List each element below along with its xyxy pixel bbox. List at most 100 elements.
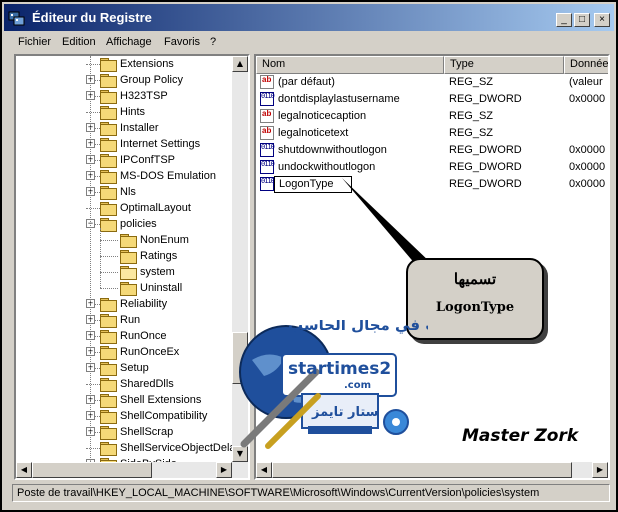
folder-icon (120, 266, 137, 280)
tree-item[interactable]: ShellServiceObjectDelay (16, 440, 241, 456)
dword-icon: 0110 (260, 177, 275, 191)
value-type: REG_SZ (449, 110, 494, 122)
tree-item-label: Extensions (120, 58, 174, 70)
rename-input[interactable]: LogonType (274, 176, 352, 193)
tree-item-label: system (140, 266, 175, 278)
tree-item[interactable]: + RunOnce (16, 328, 232, 344)
author-signature: Master Zork (462, 426, 579, 446)
tree-item[interactable]: Ratings (16, 248, 232, 264)
value-type: REG_SZ (449, 127, 494, 139)
value-row[interactable]: 0110 LogonType REG_DWORD 0x0000 (256, 176, 608, 193)
tree-item[interactable]: Hints (16, 104, 232, 120)
maximize-button[interactable]: □ (574, 13, 590, 27)
tree-item-label: Hints (120, 106, 146, 118)
tree-item-label: RunOnceEx (120, 346, 180, 358)
value-name: (par défaut) (278, 76, 335, 88)
column-header-data[interactable]: Donnée (564, 56, 608, 74)
registry-icon (8, 11, 25, 26)
tree-item[interactable]: + RunOnceEx (16, 344, 232, 360)
tree-horizontal-scrollbar[interactable]: ◀ ▶ (16, 462, 248, 478)
value-row[interactable]: ab legalnoticecaption REG_SZ (256, 108, 608, 125)
scroll-thumb-horizontal[interactable] (32, 462, 152, 478)
tree-connector (86, 208, 100, 209)
folder-icon (100, 330, 117, 344)
value-data: (valeur (569, 76, 603, 88)
tree-item[interactable]: NonEnum (16, 232, 232, 248)
menu-help[interactable]: ? (210, 36, 216, 48)
folder-icon (100, 426, 117, 440)
tree-item[interactable]: + Nls (16, 184, 232, 200)
menu-affichage[interactable]: Affichage (106, 36, 152, 48)
tree-connector (100, 256, 118, 257)
tree-item-label: NonEnum (140, 234, 189, 246)
tree-item[interactable]: SharedDlls (16, 376, 232, 392)
tree-item[interactable]: + Setup (16, 360, 232, 376)
tree-item[interactable]: + Group Policy (16, 72, 232, 88)
tree-item-label: Ratings (140, 250, 178, 262)
menu-edition[interactable]: Edition (62, 36, 96, 48)
column-header-type[interactable]: Type (444, 56, 564, 74)
value-row[interactable]: 0110 undockwithoutlogon REG_DWORD 0x0000 (256, 159, 608, 176)
values-horizontal-scrollbar[interactable]: ◀ ▶ (256, 462, 608, 478)
tree-connector (100, 240, 118, 241)
scroll-left-button[interactable]: ◀ (16, 462, 32, 478)
value-name: shutdownwithoutlogon (278, 144, 387, 156)
value-name: undockwithoutlogon (278, 161, 376, 173)
ab-icon: ab (260, 126, 274, 140)
scroll-left-button[interactable]: ◀ (256, 462, 272, 478)
tree-item[interactable]: + IPConfTSP (16, 152, 232, 168)
folder-icon (100, 298, 117, 312)
tree-item[interactable]: Extensions (16, 56, 232, 72)
tree-item[interactable]: + Shell Extensions (16, 392, 232, 408)
folder-icon (100, 394, 117, 408)
value-row[interactable]: 0110 dontdisplaylastusername REG_DWORD 0x00… (256, 91, 608, 108)
value-row[interactable]: ab (par défaut) REG_SZ (valeur (256, 74, 608, 91)
tree-item-label: Nls (120, 186, 136, 198)
menu-favoris[interactable]: Favoris (164, 36, 200, 48)
callout-english-text: LogonType (435, 300, 515, 315)
tree-item[interactable]: + H323TSP (16, 88, 232, 104)
scroll-thumb-horizontal[interactable] (272, 462, 572, 478)
folder-icon (100, 74, 117, 88)
value-row[interactable]: ab legalnoticetext REG_SZ (256, 125, 608, 142)
ab-icon: ab (260, 75, 274, 89)
tree-item[interactable]: OptimalLayout (16, 200, 232, 216)
tree-item[interactable]: + Run (16, 312, 232, 328)
value-row[interactable]: 0110 shutdownwithoutlogon REG_DWORD 0x0000 (256, 142, 608, 159)
tree-item[interactable]: + ShellCompatibility (16, 408, 232, 424)
tree-item[interactable]: + Reliability (16, 296, 232, 312)
menu-bar: Fichier Edition Affichage Favoris ? (4, 32, 614, 52)
logo-brand: startimes2 (288, 359, 391, 379)
scroll-up-button[interactable]: ▲ (232, 56, 248, 72)
title-bar[interactable]: Éditeur du Registre _ □ × (4, 4, 614, 31)
forum-logo: تبادل الخبرات في مجال الحاسب startimes2 … (239, 320, 428, 449)
tree-item[interactable]: Uninstall (16, 280, 232, 296)
tree-item[interactable]: − policies (16, 216, 232, 232)
tree-item-label: RunOnce (120, 330, 167, 342)
scroll-right-button[interactable]: ▶ (216, 462, 232, 478)
folder-icon (100, 442, 117, 456)
menu-fichier[interactable]: Fichier (18, 36, 51, 48)
tree-item[interactable]: system (16, 264, 232, 280)
folder-icon (100, 58, 117, 72)
tree-connector (86, 448, 100, 449)
close-button[interactable]: × (594, 13, 610, 27)
tree-item[interactable]: + Internet Settings (16, 136, 232, 152)
minimize-button[interactable]: _ (556, 13, 572, 27)
value-data: 0x0000 (569, 178, 606, 190)
tree-item[interactable]: + ShellScrap (16, 424, 232, 440)
tree-item[interactable]: + Installer (16, 120, 232, 136)
scroll-right-button[interactable]: ▶ (592, 462, 608, 478)
value-type: REG_DWORD (449, 161, 522, 173)
folder-icon (100, 138, 117, 152)
logo-domain: .com (344, 380, 371, 391)
tree-item-label: policies (120, 218, 157, 230)
logo-arabic-brand: ستار تايمز (311, 405, 378, 420)
folder-icon (100, 378, 117, 392)
dword-icon: 0110 (260, 143, 275, 157)
folder-icon (120, 234, 137, 248)
value-data: 0x0000 (569, 93, 606, 105)
tree-item[interactable]: + MS-DOS Emulation (16, 168, 232, 184)
column-header-name[interactable]: Nom (256, 56, 444, 74)
tree-pane[interactable]: Extensions + Group Policy + H323TSP Hints + Ins… (14, 54, 250, 480)
